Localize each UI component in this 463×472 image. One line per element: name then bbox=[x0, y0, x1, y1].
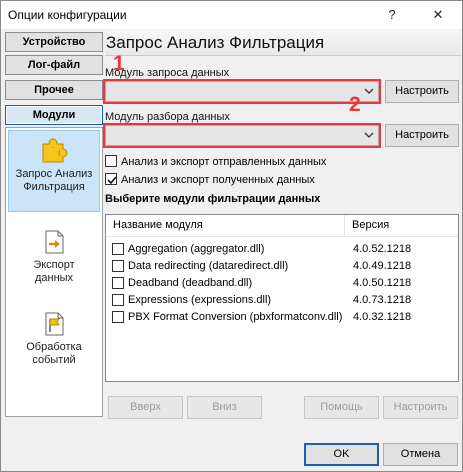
help-title-button[interactable]: ? bbox=[374, 3, 410, 27]
row-version: 4.0.50.1218 bbox=[353, 277, 412, 289]
cancel-button[interactable]: Отмена bbox=[383, 443, 458, 466]
puzzle-icon bbox=[42, 138, 68, 163]
tab-device[interactable]: Устройство bbox=[5, 32, 103, 52]
configure-filter-button[interactable]: Настроить bbox=[383, 396, 458, 419]
row-checkbox[interactable] bbox=[112, 277, 124, 289]
row-version: 4.0.49.1218 bbox=[353, 260, 412, 272]
row-module-name: PBX Format Conversion (pbxformatconv.dll… bbox=[128, 311, 343, 323]
move-up-button[interactable]: Вверх bbox=[108, 396, 183, 419]
highlight-box-2 bbox=[103, 123, 381, 148]
page-title: Запрос Анализ Фильтрация bbox=[105, 30, 461, 56]
modules-nav-panel: Запрос Анализ Фильтрация Экспорт данных bbox=[5, 127, 103, 417]
row-checkbox[interactable] bbox=[112, 294, 124, 306]
row-module-name: Deadband (deadband.dll) bbox=[128, 277, 253, 289]
list-header: Название модуля Версия bbox=[106, 215, 458, 237]
nav-item-data-export[interactable]: Экспорт данных bbox=[8, 222, 100, 298]
config-options-window: Опции конфигурации ? ✕ Устройство Лог-фа… bbox=[0, 0, 463, 472]
ok-button[interactable]: OK bbox=[304, 443, 379, 466]
module-help-button[interactable]: Помощь bbox=[304, 396, 379, 419]
export-received-option[interactable]: Анализ и экспорт полученных данных bbox=[105, 173, 315, 187]
table-row[interactable]: Data redirecting (dataredirect.dll) 4.0.… bbox=[106, 258, 458, 275]
export-received-checkbox[interactable] bbox=[105, 173, 117, 185]
nav-item-label: событий bbox=[32, 354, 76, 366]
close-window-button[interactable]: ✕ bbox=[420, 3, 456, 27]
tab-misc[interactable]: Прочее bbox=[5, 80, 103, 100]
row-version: 4.0.73.1218 bbox=[353, 294, 412, 306]
table-row[interactable]: Aggregation (aggregator.dll) 4.0.52.1218 bbox=[106, 241, 458, 258]
column-module-name[interactable]: Название модуля bbox=[113, 219, 203, 231]
title-bar: Опции конфигурации ? ✕ bbox=[1, 1, 462, 29]
row-checkbox[interactable] bbox=[112, 243, 124, 255]
move-down-button[interactable]: Вниз bbox=[187, 396, 262, 419]
row-module-name: Expressions (expressions.dll) bbox=[128, 294, 272, 306]
marker-1: 1 bbox=[113, 52, 125, 75]
row-version: 4.0.32.1218 bbox=[353, 311, 412, 323]
row-checkbox[interactable] bbox=[112, 311, 124, 323]
export-received-label: Анализ и экспорт полученных данных bbox=[121, 174, 315, 186]
row-version: 4.0.52.1218 bbox=[353, 243, 412, 255]
sidebar: Устройство Лог-файл Прочее Модули Запрос… bbox=[3, 30, 103, 440]
configure-parse-button[interactable]: Настроить bbox=[385, 124, 459, 147]
filter-modules-title: Выберите модули фильтрации данных bbox=[105, 193, 321, 205]
parse-module-label: Модуль разбора данных bbox=[105, 111, 230, 123]
row-checkbox[interactable] bbox=[112, 260, 124, 272]
content-panel: Запрос Анализ Фильтрация Модуль запроса … bbox=[103, 30, 461, 440]
dialog-footer: OK Отмена bbox=[1, 440, 462, 472]
export-sent-label: Анализ и экспорт отправленных данных bbox=[121, 156, 327, 168]
tab-log-file[interactable]: Лог-файл bbox=[5, 55, 103, 75]
export-doc-icon bbox=[45, 230, 64, 254]
export-sent-option[interactable]: Анализ и экспорт отправленных данных bbox=[105, 155, 326, 169]
nav-item-request-analysis-filter[interactable]: Запрос Анализ Фильтрация bbox=[8, 130, 100, 212]
filter-modules-list[interactable]: Название модуля Версия Aggregation (aggr… bbox=[105, 214, 459, 382]
event-flag-icon bbox=[45, 312, 64, 336]
nav-item-label: Фильтрация bbox=[23, 181, 85, 193]
checkmark-icon bbox=[107, 176, 117, 185]
configure-request-button[interactable]: Настроить bbox=[385, 80, 459, 103]
nav-item-label: данных bbox=[34, 272, 74, 284]
highlight-box-1 bbox=[103, 79, 381, 104]
table-row[interactable]: PBX Format Conversion (pbxformatconv.dll… bbox=[106, 309, 458, 326]
column-divider[interactable] bbox=[344, 215, 345, 237]
table-row[interactable]: Expressions (expressions.dll) 4.0.73.121… bbox=[106, 292, 458, 309]
row-module-name: Data redirecting (dataredirect.dll) bbox=[128, 260, 289, 272]
window-title: Опции конфигурации bbox=[8, 8, 127, 22]
column-version[interactable]: Версия bbox=[352, 219, 389, 231]
table-row[interactable]: Deadband (deadband.dll) 4.0.50.1218 bbox=[106, 275, 458, 292]
nav-item-event-processing[interactable]: Обработка событий bbox=[8, 304, 100, 380]
tab-modules[interactable]: Модули bbox=[5, 105, 103, 125]
row-module-name: Aggregation (aggregator.dll) bbox=[128, 243, 265, 255]
marker-2: 2 bbox=[349, 93, 361, 116]
export-sent-checkbox[interactable] bbox=[105, 155, 117, 167]
